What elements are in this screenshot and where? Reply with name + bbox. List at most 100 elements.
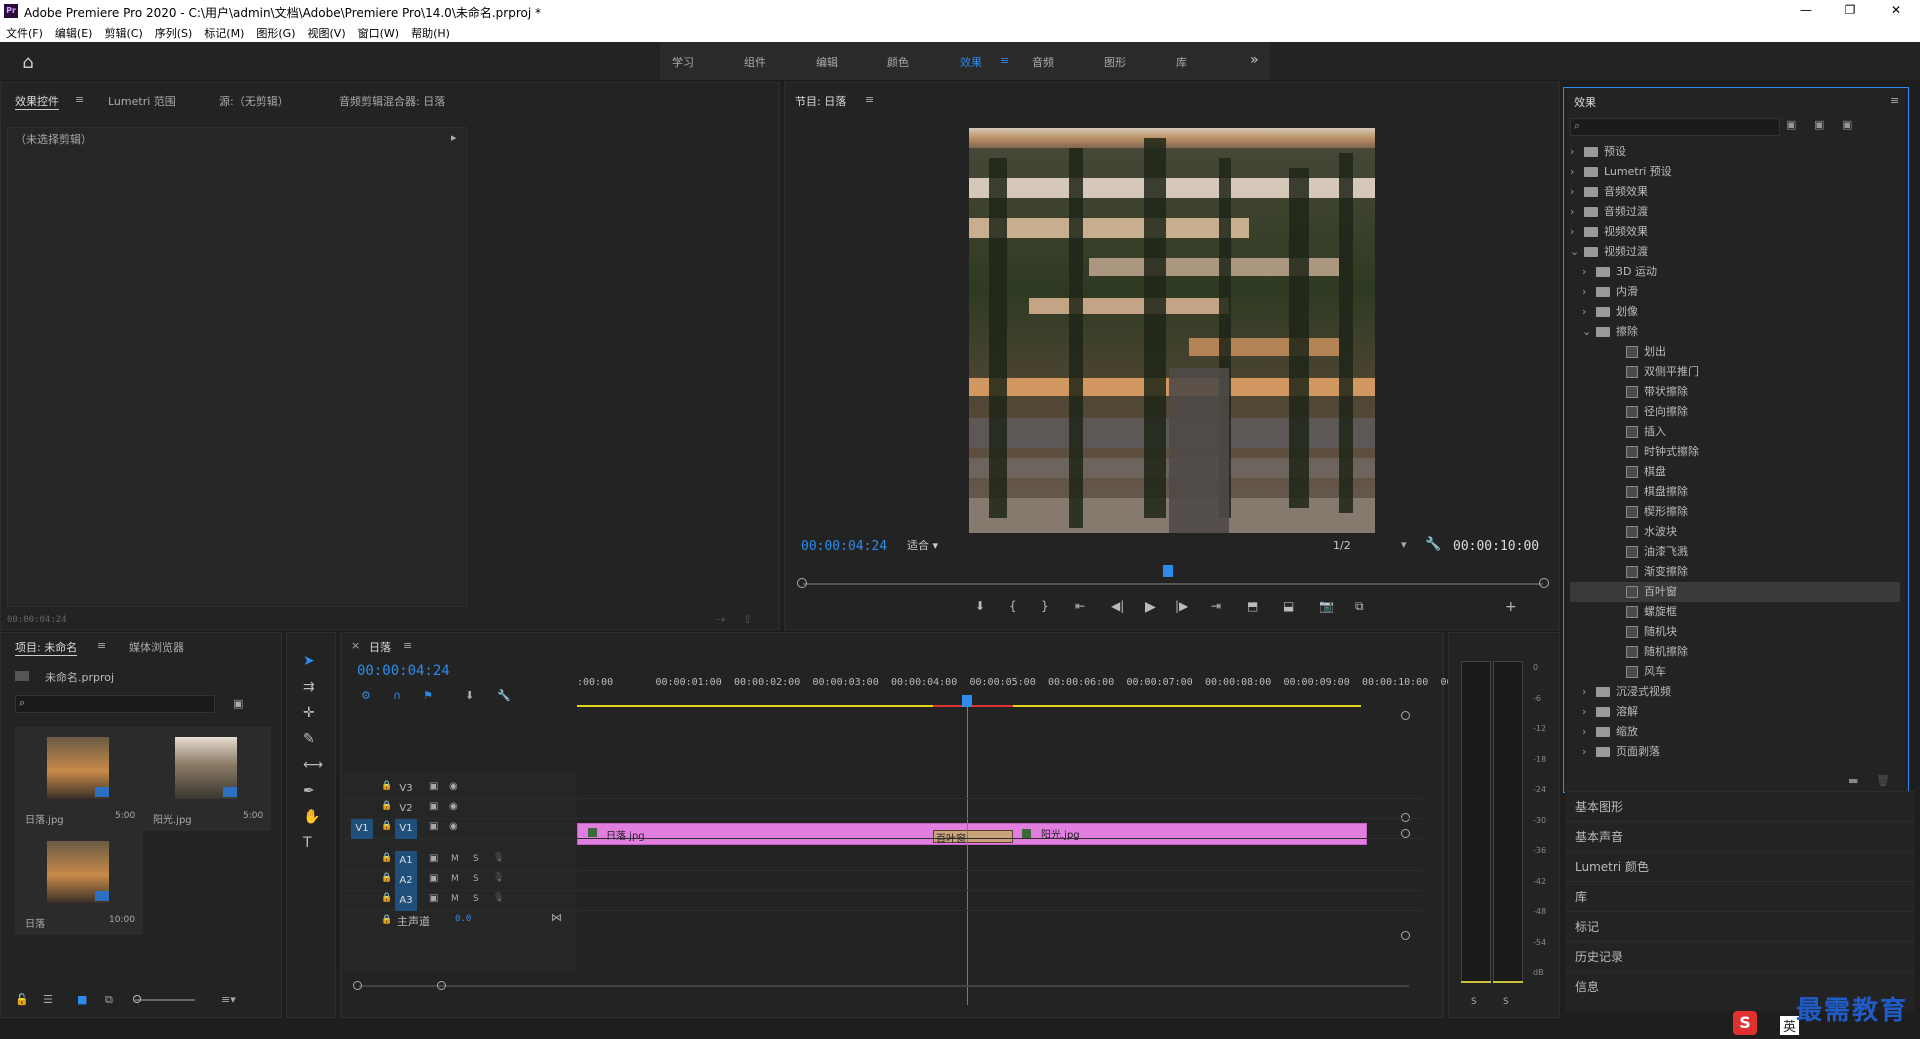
tab-audio-clip-mixer[interactable]: 音频剪辑混合器: 日落: [339, 93, 445, 109]
chevron-right-icon[interactable]: ›: [1570, 162, 1580, 182]
effects-tree-item[interactable]: 划出: [1570, 342, 1900, 362]
solo-button[interactable]: S: [473, 894, 479, 904]
side-panel-libraries[interactable]: 库: [1565, 881, 1915, 911]
chevron-right-icon[interactable]: ›: [1570, 202, 1580, 222]
side-panel-markers[interactable]: 标记: [1565, 911, 1915, 941]
mark-out-icon[interactable]: }: [1041, 599, 1049, 613]
workspace-audio[interactable]: 音频: [1032, 54, 1054, 70]
linked-selection-icon[interactable]: ⚑: [423, 689, 433, 702]
resolution-chevron-icon[interactable]: ▾: [1401, 538, 1407, 551]
voice-over-mic-icon[interactable]: 🎙: [493, 893, 504, 903]
effects-tree-item[interactable]: 双侧平推门: [1570, 362, 1900, 382]
track-label[interactable]: A2: [395, 871, 417, 891]
mark-in-icon[interactable]: {: [1009, 599, 1017, 613]
lift-icon[interactable]: ⬒: [1247, 599, 1258, 613]
tab-source[interactable]: 源:（无剪辑）: [219, 93, 289, 109]
effects-tree-item[interactable]: › 页面剥落: [1570, 742, 1900, 762]
close-sequence-icon[interactable]: ×: [351, 639, 360, 652]
tab-program[interactable]: 节目: 日落: [795, 93, 846, 109]
playhead-handle[interactable]: [961, 695, 972, 707]
project-item-sunset[interactable]: 日落.jpg 5:00: [15, 727, 143, 831]
menu-marker[interactable]: 标记(M): [198, 22, 250, 41]
chevron-right-icon[interactable]: ›: [1582, 682, 1592, 702]
effects-tree-item[interactable]: 渐变擦除: [1570, 562, 1900, 582]
workspace-learn[interactable]: 学习: [672, 54, 694, 70]
effects-tree-item[interactable]: › 沉浸式视频: [1570, 682, 1900, 702]
effects-tree-item[interactable]: ⌄ 视频过渡: [1570, 242, 1900, 262]
effects-tree-item[interactable]: 棋盘擦除: [1570, 482, 1900, 502]
side-panel-history[interactable]: 历史记录: [1565, 941, 1915, 971]
track-label[interactable]: V3: [395, 779, 417, 799]
effects-tree-item[interactable]: › Lumetri 预设: [1570, 162, 1900, 182]
master-volume-value[interactable]: 0.0: [455, 914, 471, 924]
effects-tree-item[interactable]: ⌄ 擦除: [1570, 322, 1900, 342]
effects-tree-item[interactable]: › 音频效果: [1570, 182, 1900, 202]
step-back-icon[interactable]: ◀|: [1111, 599, 1124, 613]
icon-view-icon[interactable]: ■: [77, 993, 87, 1006]
workspace-assembly[interactable]: 组件: [744, 54, 766, 70]
pen-tool-icon[interactable]: ✒: [303, 783, 315, 799]
close-icon[interactable]: ✕: [1876, 0, 1916, 20]
tab-lumetri-scopes[interactable]: Lumetri 范围: [108, 93, 176, 109]
more-workspaces-icon[interactable]: »: [1250, 52, 1259, 68]
track-lock-icon[interactable]: 🔒: [381, 893, 392, 903]
restore-icon[interactable]: ❐: [1830, 0, 1870, 20]
video-track-row[interactable]: 🔒 V2 ▣ ◉: [341, 799, 1421, 819]
side-panel-essential-graphics[interactable]: 基本图形: [1565, 791, 1915, 821]
source-patch-v1[interactable]: V1: [351, 819, 373, 839]
master-end-icon[interactable]: ⋈: [551, 911, 562, 924]
workspace-effects[interactable]: 效果: [960, 54, 982, 70]
video-track-row[interactable]: 🔒 V1 ▣ ◉: [341, 819, 1421, 839]
track-label[interactable]: V1: [395, 819, 417, 839]
chevron-down-icon[interactable]: ⌄: [1582, 322, 1592, 342]
effects-tree-item[interactable]: 风车: [1570, 662, 1900, 682]
home-icon[interactable]: ⌂: [14, 52, 42, 73]
snap-icon[interactable]: ∩: [393, 689, 401, 702]
solo-button[interactable]: S: [473, 854, 479, 864]
tab-sequence[interactable]: 日落: [369, 639, 391, 655]
32bit-effects-icon[interactable]: ▣: [1814, 118, 1824, 131]
program-playhead-marker[interactable]: [1163, 565, 1173, 577]
sync-lock-icon[interactable]: ▣: [429, 801, 438, 812]
video-track-row[interactable]: 🔒 V3 ▣ ◉: [341, 779, 1421, 799]
effects-tree-item[interactable]: 水波块: [1570, 522, 1900, 542]
workspace-menu-icon[interactable]: ≡: [1000, 54, 1009, 67]
chevron-right-icon[interactable]: ›: [1582, 702, 1592, 722]
project-search-input[interactable]: [15, 695, 215, 713]
list-view-icon[interactable]: ☰: [43, 993, 53, 1006]
effects-tree-item[interactable]: › 溶解: [1570, 702, 1900, 722]
expand-arrow-icon[interactable]: ▸: [451, 131, 457, 144]
fit-dropdown[interactable]: 适合 ▾: [903, 537, 973, 555]
chevron-right-icon[interactable]: ›: [1582, 282, 1592, 302]
workspace-editing[interactable]: 编辑: [816, 54, 838, 70]
track-label[interactable]: A3: [395, 891, 417, 911]
workspace-libraries[interactable]: 库: [1176, 54, 1187, 70]
chevron-right-icon[interactable]: ›: [1570, 182, 1580, 202]
filter-icon[interactable]: ⇢: [716, 613, 725, 626]
effects-tree-item[interactable]: 插入: [1570, 422, 1900, 442]
chevron-right-icon[interactable]: ›: [1582, 262, 1592, 282]
project-item-sequence[interactable]: 日落 10:00: [15, 831, 143, 935]
solo-right-button[interactable]: S: [1503, 997, 1509, 1007]
mute-button[interactable]: M: [451, 894, 459, 904]
hscroll-right-handle[interactable]: [437, 981, 446, 990]
master-lock-icon[interactable]: 🔒: [381, 915, 392, 925]
export-frame-icon[interactable]: 📷: [1319, 599, 1334, 613]
zoom-slider[interactable]: [135, 999, 195, 1001]
program-scrubber[interactable]: [803, 583, 1543, 585]
effects-tree-item[interactable]: › 音频过渡: [1570, 202, 1900, 222]
effects-tree-item[interactable]: 楔形擦除: [1570, 502, 1900, 522]
tab-project[interactable]: 项目: 未命名: [15, 639, 78, 656]
track-lock-icon[interactable]: 🔒: [381, 801, 392, 811]
effects-tree-item[interactable]: 棋盘: [1570, 462, 1900, 482]
menu-view[interactable]: 视图(V): [302, 22, 352, 41]
effects-tree-item[interactable]: › 内滑: [1570, 282, 1900, 302]
effects-tree-item[interactable]: 随机块: [1570, 622, 1900, 642]
sync-lock-icon[interactable]: ▣: [429, 873, 438, 884]
accelerated-effects-icon[interactable]: ▣: [1786, 118, 1796, 131]
side-panel-essential-sound[interactable]: 基本声音: [1565, 821, 1915, 851]
effects-panel-menu-icon[interactable]: ≡: [1890, 94, 1899, 107]
type-tool-icon[interactable]: T: [303, 835, 312, 851]
sync-lock-icon[interactable]: ▣: [429, 853, 438, 864]
workspace-graphics[interactable]: 图形: [1104, 54, 1126, 70]
